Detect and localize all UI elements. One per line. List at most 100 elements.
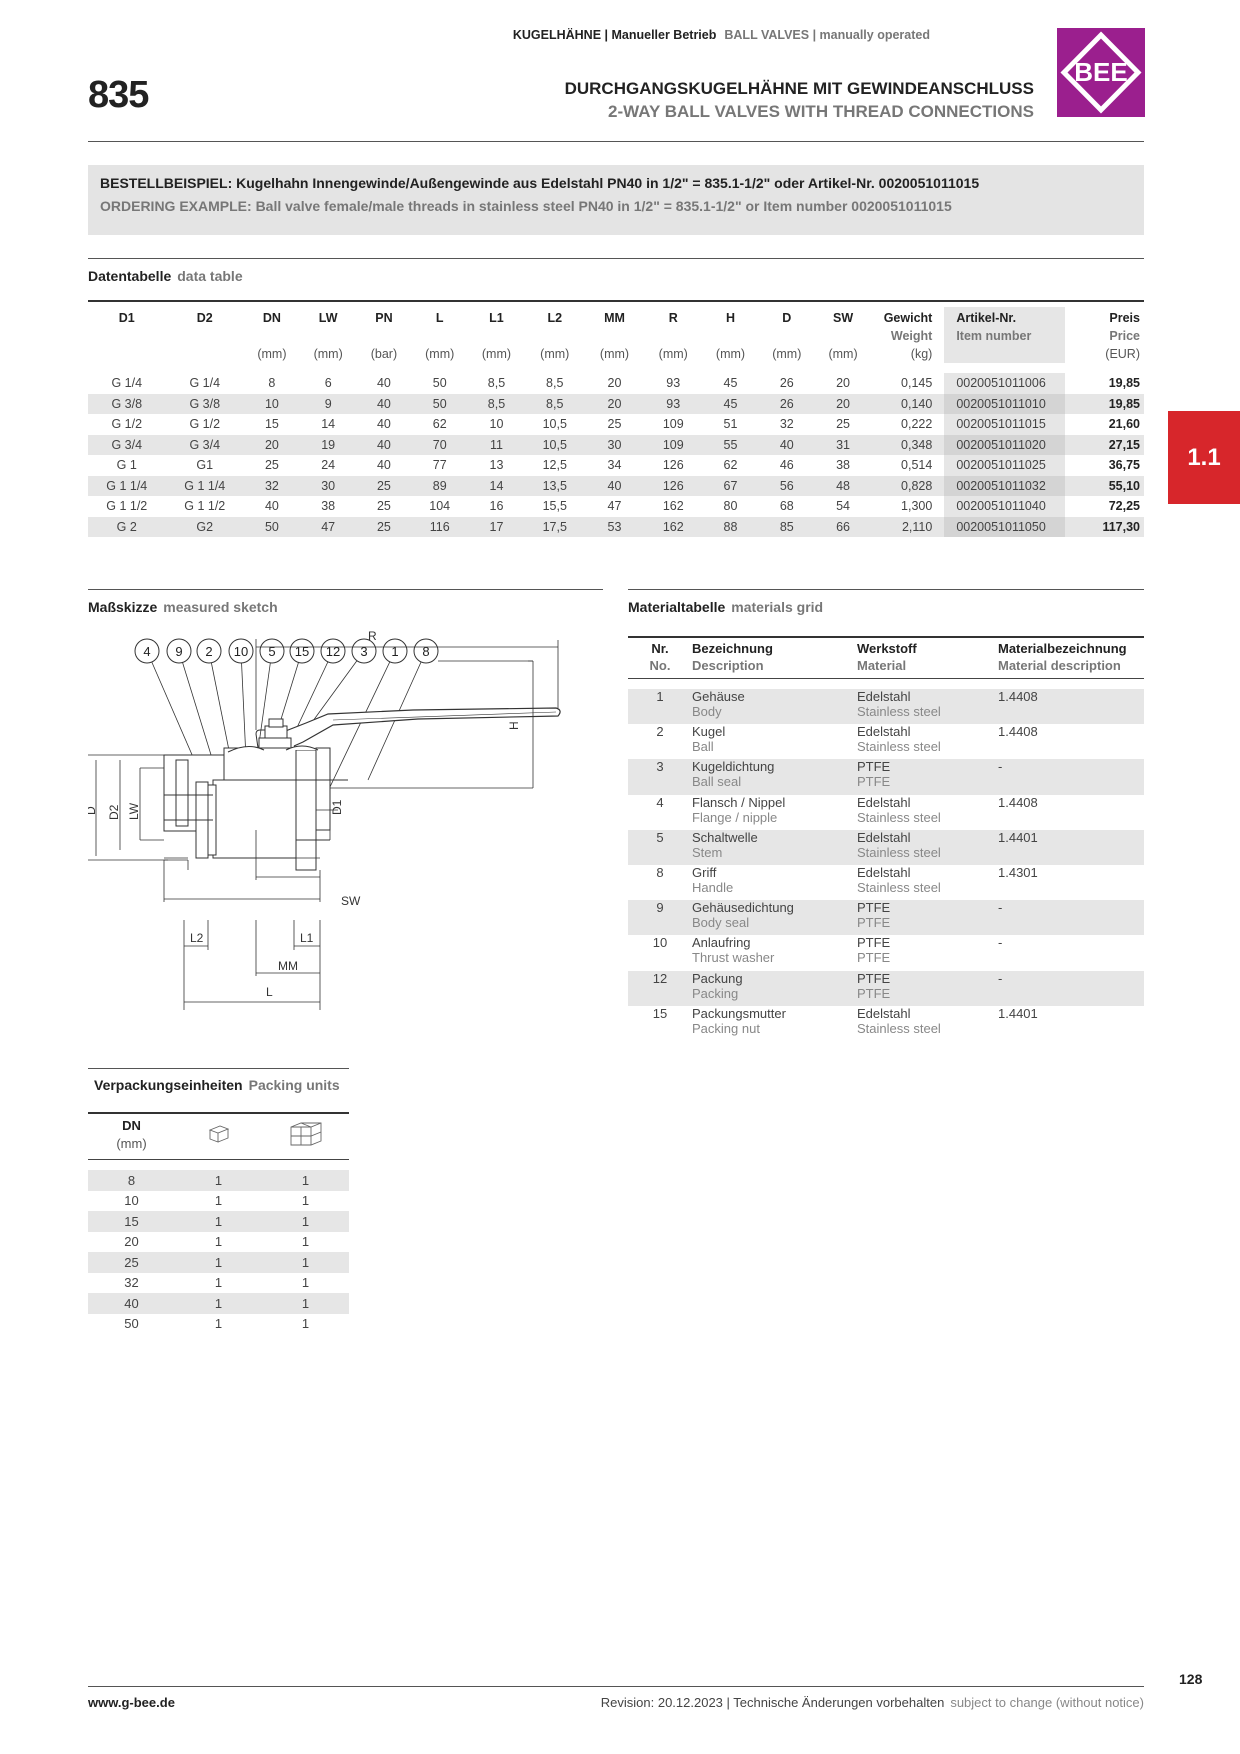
table-cell: 40 [356, 434, 412, 455]
table-cell: 1 [262, 1211, 349, 1232]
table-cell: 70 [411, 434, 469, 455]
table-cell: 4 [628, 795, 692, 830]
balloon-number: 2 [205, 644, 212, 659]
packing-top-rule [88, 1112, 349, 1114]
dim-d: D [88, 806, 98, 815]
part-name-de: Griff [692, 864, 717, 880]
balloon-number: 3 [360, 644, 367, 659]
table-cell: 1 [175, 1170, 262, 1191]
table-cell: - [998, 900, 1144, 936]
materials-table: Nr. No. Bezeichnung Description Werkstoff M… [628, 640, 1144, 1041]
table-cell: G1 [196, 458, 214, 473]
dim-sw: SW [341, 894, 361, 908]
col-l2: L2 [547, 311, 563, 325]
table-cell: 32 [244, 475, 300, 496]
sketch-title: Maßskizze measured sketch [88, 599, 278, 615]
table-cell: Edelstahl Stainless steel [857, 689, 998, 725]
table-spacer [88, 1160, 349, 1171]
balloon: 2 [196, 638, 222, 664]
table-cell: 1 [214, 1234, 223, 1250]
table-cell: 25 [376, 499, 391, 514]
part-name-en: Packing [692, 985, 739, 1001]
table-cell: 8,5 [487, 376, 506, 391]
material-de: Edelstahl [857, 1005, 911, 1021]
table-cell: 1 [214, 1193, 223, 1209]
table-cell: 10 [489, 417, 504, 432]
table-cell: 25 [88, 1252, 175, 1273]
table-cell: 38 [321, 499, 336, 514]
table-cell: 2,110 [871, 516, 945, 537]
part-name-de: Anlaufring [692, 935, 751, 951]
col-sw: SW [832, 311, 854, 325]
table-cell: 1.4401 [998, 829, 1144, 865]
col-weight-en: Weight [890, 329, 933, 343]
order-example-en: ORDERING EXAMPLE: Ball valve female/male… [100, 198, 952, 214]
category-en: BALL VALVES | manually operated [724, 28, 930, 42]
table-cell: 50 [244, 516, 300, 537]
table-cell: 10,5 [524, 434, 585, 455]
table-cell: 47 [299, 516, 357, 537]
position-number: 10 [652, 935, 668, 951]
material-en: Stainless steel [857, 704, 941, 719]
table-cell: - [998, 935, 1144, 970]
table-cell: 1 [301, 1275, 310, 1291]
data-table-header: D1 D2 DN (mm) LW (mm) PN (bar) L (mm) L1… [88, 307, 1144, 363]
table-cell: 1.4408 [998, 724, 1144, 759]
col-material-desc: Materialbezeichnung [998, 641, 1127, 656]
material-en: PTFE [857, 985, 891, 1001]
table-cell: 51 [723, 417, 738, 432]
material-code: 1.4408 [998, 794, 1038, 810]
section-title-de: Datentabelle [88, 268, 172, 284]
part-name-en: Body [692, 704, 722, 719]
balloon-number: 10 [234, 644, 248, 659]
table-cell: 8,5 [546, 376, 564, 391]
part-name-en: Thrust washer [692, 950, 775, 966]
table-cell: 25 [264, 458, 279, 473]
chapter-tab[interactable]: 1.1 [1168, 411, 1240, 504]
dim-d1: D1 [330, 799, 344, 815]
table-row: G 2 G2 50 47 25 116 17 17,5 53 162 88 85 66 2,110 0020… [88, 516, 1144, 537]
material-de: Edelstahl [857, 794, 911, 810]
table-cell: 116 [411, 516, 469, 537]
position-number: 12 [652, 970, 668, 986]
table-cell: 0020051011015 [944, 414, 1066, 435]
table-cell: 15 [264, 417, 279, 432]
page-title-de: DURCHGANGSKUGELHÄHNE MIT GEWINDEANSCHLUS… [564, 79, 1034, 98]
category-de: KUGELHÄHNE | Manueller Betrieb [512, 28, 717, 42]
table-cell: 40 [264, 499, 279, 514]
table-cell: G 2 [88, 516, 166, 537]
col-description-en: Description [692, 658, 764, 673]
footer-website-link[interactable]: www.g-bee.de [88, 1695, 175, 1710]
table-cell: Flansch / Nippel Flange / nipple [692, 795, 857, 830]
table-cell: 20 [584, 393, 645, 414]
table-cell: G 3/8 [88, 393, 166, 414]
table-cell: 8,5 [524, 393, 585, 414]
dim-lw: LW [127, 802, 141, 820]
table-cell: 10,5 [542, 417, 567, 432]
table-cell: G 3/8 [165, 393, 245, 414]
unit-r: (mm) [658, 347, 688, 361]
table-cell: 62 [432, 417, 447, 432]
table-row: 10 Anlaufring Thrust washer PTFE PTFE - [628, 935, 1144, 970]
part-name-de: Gehäuse [692, 689, 745, 704]
table-cell: 20 [836, 376, 850, 391]
table-cell: 1,300 [901, 499, 933, 514]
material-de: PTFE [857, 935, 891, 951]
material-en: PTFE [857, 774, 891, 790]
section-title-de: Verpackungseinheiten [94, 1077, 243, 1093]
table-cell: 25 [607, 417, 622, 432]
balloon: 4 [134, 638, 160, 664]
table-cell: 48 [814, 475, 872, 496]
table-cell: G 1 1/4 [165, 475, 245, 496]
table-cell: 62 [723, 458, 738, 473]
single-box-icon [208, 1125, 229, 1143]
table-cell: PTFE PTFE [857, 970, 998, 1006]
part-name-de: Packungsmutter [692, 1005, 786, 1021]
unit-l1: (mm) [481, 347, 512, 361]
table-cell: 0,828 [871, 475, 945, 496]
table-cell: 40 [376, 417, 391, 432]
col-d1: D1 [118, 311, 135, 325]
table-cell: 46 [779, 458, 794, 473]
table-cell: 32 [779, 417, 794, 432]
table-cell: G 1 1/4 [88, 475, 166, 496]
